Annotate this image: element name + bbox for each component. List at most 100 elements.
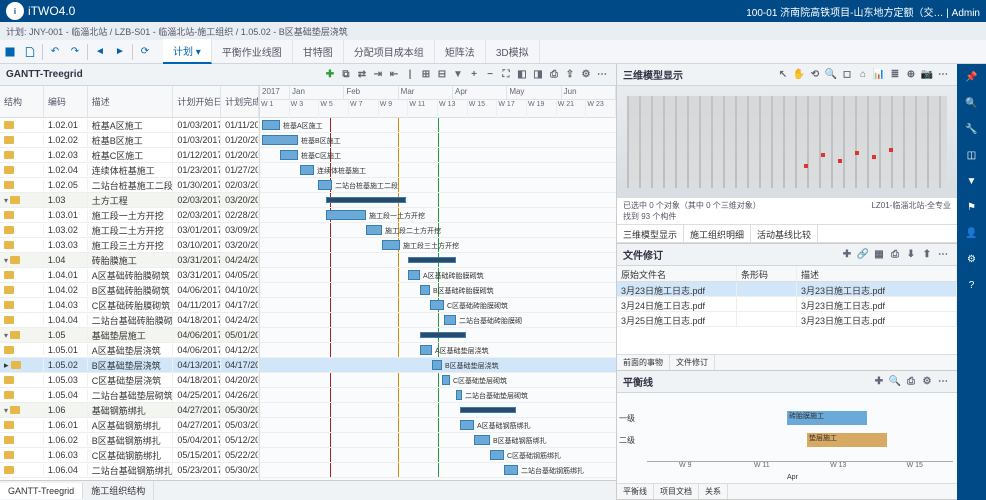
col-header[interactable]: 计划开始日 xyxy=(173,86,221,117)
chart-p-icon[interactable]: ⎙ xyxy=(903,374,919,390)
timeline[interactable]: 2017JanFebMarAprMayJun W 1W 3W 5W 7W 9W … xyxy=(260,86,616,480)
table-row[interactable]: ▾1.05基础垫层施工04/06/201705/01/2017 xyxy=(0,328,259,343)
refresh-icon[interactable]: ⟳ xyxy=(135,42,155,62)
table-row[interactable]: ▾1.06基础钢筋绑扎04/27/201705/30/2017 xyxy=(0,403,259,418)
box-icon[interactable]: ◻ xyxy=(839,67,855,83)
table-row[interactable]: 1.03.03施工段三土方开挖03/10/201703/20/2017 xyxy=(0,238,259,253)
file-footer-tab[interactable]: 文件修订 xyxy=(670,355,715,370)
tab-5[interactable]: 3D模拟 xyxy=(486,40,540,63)
table-row[interactable]: 1.02.01桩基A区施工01/03/201701/11/2017 xyxy=(0,118,259,133)
viewer-tab[interactable]: 施工组织明细 xyxy=(684,225,751,242)
rotate-icon[interactable]: ⟲ xyxy=(807,67,823,83)
more-icon[interactable]: ⋯ xyxy=(594,67,610,83)
layers-icon[interactable]: ≣ xyxy=(887,67,903,83)
chart-footer-tab[interactable]: 平衡线 xyxy=(617,484,654,499)
chart-add-icon[interactable]: ✚ xyxy=(871,374,887,390)
tab-4[interactable]: 矩阵法 xyxy=(435,40,486,63)
dup-icon[interactable]: ⧉ xyxy=(338,67,354,83)
grid-icon[interactable]: ▦ xyxy=(871,247,887,263)
new-icon[interactable] xyxy=(20,42,40,62)
rail-cube-icon[interactable]: ◫ xyxy=(963,146,981,164)
tool1-icon[interactable]: ◧ xyxy=(514,67,530,83)
table-row[interactable]: ▾1.04砖胎膜施工03/31/201704/24/2017 xyxy=(0,253,259,268)
table-row[interactable]: 1.05.03C区基础垫层浇筑04/18/201704/20/2017 xyxy=(0,373,259,388)
balance-chart[interactable]: 一级 二级 砖胎膜施工 垫层施工 W 9W 11W 13W 15 Apr xyxy=(617,393,957,483)
back-icon[interactable]: ◄ xyxy=(90,42,110,62)
link2-icon[interactable]: 🔗 xyxy=(855,247,871,263)
table-row[interactable]: ▾1.03土方工程02/03/201703/20/2017 xyxy=(0,193,259,208)
save-icon[interactable] xyxy=(0,42,20,62)
tab-0[interactable]: 计划 ▾ xyxy=(163,39,212,64)
col-header[interactable]: 计划完成 xyxy=(221,86,259,117)
undo-icon[interactable]: ↶ xyxy=(45,42,65,62)
zoom-in-icon[interactable]: + xyxy=(466,67,482,83)
viewer-tab[interactable]: 三维模型显示 xyxy=(617,225,684,242)
table-row[interactable]: 1.02.03桩基C区施工01/12/201701/20/2017 xyxy=(0,148,259,163)
table-row[interactable]: 1.02.05二站台桩基施工二段01/30/201702/03/2017 xyxy=(0,178,259,193)
collapse-icon[interactable]: ⊟ xyxy=(434,67,450,83)
expand-icon[interactable]: ⊞ xyxy=(418,67,434,83)
indent-icon[interactable]: ⇥ xyxy=(370,67,386,83)
file-table[interactable]: 原始文件名条形码描述 3月23日施工日志.pdf3月23日施工日志.pdf3月2… xyxy=(617,266,957,327)
table-row[interactable]: 1.06.01A区基础钢筋绑扎04/27/201705/03/2017 xyxy=(0,418,259,433)
more3-icon[interactable]: ⋯ xyxy=(935,247,951,263)
rail-search-icon[interactable]: 🔍 xyxy=(963,94,981,112)
table-row[interactable]: 1.03.01施工段一土方开挖02/03/201702/28/2017 xyxy=(0,208,259,223)
table-row[interactable]: 1.02.02桩基B区施工01/03/201701/20/2017 xyxy=(0,133,259,148)
more2-icon[interactable]: ⋯ xyxy=(935,67,951,83)
file-row[interactable]: 3月24日施工日志.pdf3月23日施工日志.pdf xyxy=(617,297,957,312)
redo-icon[interactable]: ↷ xyxy=(65,42,85,62)
chart-m-icon[interactable]: ⋯ xyxy=(935,374,951,390)
col-header[interactable]: 描述 xyxy=(88,86,174,117)
add-icon[interactable]: ✚ xyxy=(322,67,338,83)
table-row[interactable]: 1.04.04二站台基础砖胎膜砌筑04/18/201704/24/2017 xyxy=(0,313,259,328)
zoom-icon[interactable]: 🔍 xyxy=(823,67,839,83)
camera-icon[interactable]: 📷 xyxy=(919,67,935,83)
zoom-out-icon[interactable]: − xyxy=(482,67,498,83)
print-icon[interactable]: ⎙ xyxy=(546,67,562,83)
col-header[interactable]: 编码 xyxy=(44,86,88,117)
file-row[interactable]: 3月25日施工日志.pdf3月23日施工日志.pdf xyxy=(617,312,957,327)
fit-icon[interactable]: ⛶ xyxy=(498,67,514,83)
rail-help-icon[interactable]: ? xyxy=(963,276,981,294)
home-icon[interactable]: ⌂ xyxy=(855,67,871,83)
rail-user-icon[interactable]: 👤 xyxy=(963,224,981,242)
3d-viewer[interactable] xyxy=(617,86,957,198)
file-row[interactable]: 3月23日施工日志.pdf3月23日施工日志.pdf xyxy=(617,282,957,297)
dl-icon[interactable]: ⬇ xyxy=(903,247,919,263)
chart-z-icon[interactable]: 🔍 xyxy=(887,374,903,390)
table-row[interactable]: 1.04.02B区基础砖胎膜砌筑04/06/201704/10/2017 xyxy=(0,283,259,298)
table-row[interactable]: 1.06.02B区基础钢筋绑扎05/04/201705/12/2017 xyxy=(0,433,259,448)
cursor-icon[interactable]: ↖ xyxy=(775,67,791,83)
rail-pin-icon[interactable]: 📌 xyxy=(963,68,981,86)
task-grid[interactable]: 结构编码描述计划开始日计划完成 1.02.01桩基A区施工01/03/20170… xyxy=(0,86,260,480)
add2-icon[interactable]: ✚ xyxy=(839,247,855,263)
print2-icon[interactable]: ⎙ xyxy=(887,247,903,263)
table-row[interactable]: 1.04.03C区基础砖胎膜砌筑04/11/201704/17/2017 xyxy=(0,298,259,313)
file-footer-tab[interactable]: 前面的事物 xyxy=(617,355,670,370)
export-icon[interactable]: ⇪ xyxy=(562,67,578,83)
table-row[interactable]: 1.05.01A区基础垫层浇筑04/06/201704/12/2017 xyxy=(0,343,259,358)
tool2-icon[interactable]: ◨ xyxy=(530,67,546,83)
tab-1[interactable]: 平衡作业线图 xyxy=(212,40,293,63)
rail-filter-icon[interactable]: ▼ xyxy=(963,172,981,190)
table-row[interactable]: 1.03.02施工段二土方开挖03/01/201703/09/2017 xyxy=(0,223,259,238)
outdent-icon[interactable]: ⇤ xyxy=(386,67,402,83)
footer-tab[interactable]: 施工组织结构 xyxy=(83,481,154,500)
link-icon[interactable]: ⇄ xyxy=(354,67,370,83)
chart-s-icon[interactable]: ⚙ xyxy=(919,374,935,390)
up-icon[interactable]: ⬆ xyxy=(919,247,935,263)
gear-icon[interactable]: ⚙ xyxy=(578,67,594,83)
rail-flag-icon[interactable]: ⚑ xyxy=(963,198,981,216)
table-row[interactable]: 1.04.01A区基础砖胎膜砌筑03/31/201704/05/2017 xyxy=(0,268,259,283)
bar-icon[interactable]: 📊 xyxy=(871,67,887,83)
table-row[interactable]: ▸ 1.05.02B区基础垫层浇筑04/13/201704/17/2017 xyxy=(0,358,259,373)
filter-icon[interactable]: ▼ xyxy=(450,67,466,83)
chart-footer-tab[interactable]: 关系 xyxy=(699,484,728,499)
col-header[interactable]: 结构 xyxy=(0,86,44,117)
viewer-tab[interactable]: 活动基线比较 xyxy=(751,225,818,242)
table-row[interactable]: 1.06.04二站台基础钢筋绑扎05/23/201705/30/2017 xyxy=(0,463,259,478)
footer-tab[interactable]: GANTT-Treegrid xyxy=(0,483,83,499)
rail-gear-icon[interactable]: ⚙ xyxy=(963,250,981,268)
rail-wrench-icon[interactable]: 🔧 xyxy=(963,120,981,138)
